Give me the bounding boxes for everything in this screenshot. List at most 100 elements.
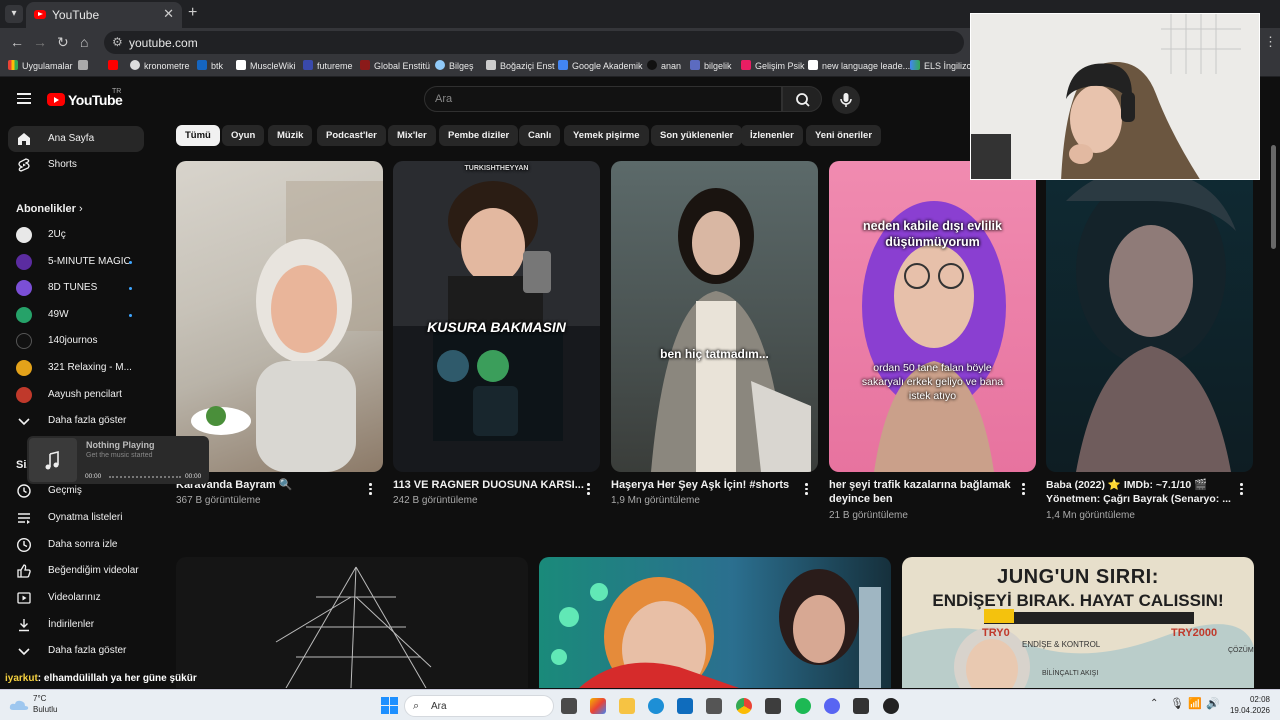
- obs-icon[interactable]: [883, 698, 899, 714]
- sidebar-item-downloads[interactable]: İndirilenler: [8, 612, 144, 638]
- short-title[interactable]: Haşerya Her Şey Aşk İçin! #shorts: [611, 478, 789, 492]
- search-button[interactable]: [782, 86, 822, 112]
- sidebar-item-shorts[interactable]: Shorts: [8, 152, 144, 178]
- clock[interactable]: 02:08 19.04.2026: [1226, 694, 1270, 716]
- subscription-item[interactable]: 49W: [8, 302, 144, 328]
- short-thumbnail[interactable]: TURKISHTHEYYAN KUSURA BAKMASIN: [393, 161, 600, 472]
- chip[interactable]: Yemek pişirme: [564, 125, 649, 146]
- chip[interactable]: Mix'ler: [388, 125, 436, 146]
- bookmark-item[interactable]: new language leade...: [808, 60, 910, 74]
- short-title[interactable]: 113 VE RAGNER DUOSUNA KARSI...: [393, 478, 584, 492]
- short-title-line2[interactable]: deyince ben: [829, 492, 893, 506]
- short-title[interactable]: Baba (2022) ⭐ IMDb: ~7.1/10 🎬: [1046, 478, 1207, 492]
- bookmark-item[interactable]: Google Akademik: [558, 60, 643, 74]
- bookmark-item[interactable]: btk: [197, 60, 223, 74]
- chrome-icon[interactable]: [736, 698, 752, 714]
- subscription-item[interactable]: Aayush pencilart: [8, 382, 144, 408]
- bookmark-item[interactable]: Bilgeş: [435, 60, 474, 74]
- grid-icon[interactable]: [78, 60, 92, 74]
- subscriptions-heading[interactable]: Abonelikler ›: [16, 203, 83, 215]
- tab-search-dropdown[interactable]: ▾: [5, 5, 23, 23]
- show-more-you[interactable]: Daha fazla göster: [8, 638, 144, 664]
- search-input[interactable]: Ara: [424, 86, 782, 112]
- chip[interactable]: Canlı: [519, 125, 561, 146]
- taskbar-search[interactable]: ⌕ Ara: [404, 695, 554, 717]
- bookmark-item[interactable]: anan: [647, 60, 681, 74]
- short-thumbnail[interactable]: [1046, 161, 1253, 472]
- new-tab-button[interactable]: +: [188, 4, 197, 22]
- app-icon[interactable]: [853, 698, 869, 714]
- chip[interactable]: Yeni öneriler: [806, 125, 882, 146]
- address-bar[interactable]: ⚙ youtube.com: [104, 31, 964, 54]
- subscription-item[interactable]: 5-MINUTE MAGIC: [8, 249, 144, 275]
- tab-youtube[interactable]: YouTube ✕: [26, 2, 182, 28]
- chip[interactable]: Podcast'ler: [317, 125, 386, 146]
- chip[interactable]: İzlenenler: [741, 125, 803, 146]
- spotify-icon[interactable]: [795, 698, 811, 714]
- more-options-icon[interactable]: [586, 483, 590, 495]
- more-options-icon[interactable]: [804, 483, 808, 495]
- bookmark-item[interactable]: Global Enstitü: [360, 60, 430, 74]
- more-options-icon[interactable]: [1021, 483, 1025, 495]
- task-view-icon[interactable]: [561, 698, 577, 714]
- show-more-subscriptions[interactable]: Daha fazla göster: [8, 408, 144, 434]
- wifi-icon[interactable]: 📶: [1188, 697, 1202, 710]
- discord-icon[interactable]: [824, 698, 840, 714]
- bookmark-item[interactable]: [108, 60, 122, 74]
- chevron-up-icon[interactable]: ⌃: [1150, 698, 1158, 709]
- more-options-icon[interactable]: [368, 483, 372, 495]
- subscription-item[interactable]: 321 Relaxing - M...: [8, 355, 144, 381]
- sidebar-item-liked[interactable]: Beğendiğim videolar: [8, 558, 144, 584]
- menu-icon[interactable]: [17, 93, 31, 104]
- bookmark-item[interactable]: bilgelik: [690, 60, 732, 74]
- music-progress-bar[interactable]: [109, 476, 181, 478]
- more-options-icon[interactable]: [1239, 483, 1243, 495]
- video-thumbnail[interactable]: [176, 557, 528, 688]
- site-info-icon[interactable]: ⚙: [112, 35, 123, 49]
- outlook-icon[interactable]: [677, 698, 693, 714]
- bookmark-item[interactable]: ELS İngilizce: [910, 60, 976, 74]
- page-scrollbar[interactable]: [1271, 145, 1276, 249]
- bookmark-item[interactable]: futureme: [303, 60, 353, 74]
- close-tab-icon[interactable]: ✕: [163, 6, 174, 22]
- volume-icon[interactable]: 🔊: [1206, 697, 1220, 710]
- music-player-widget[interactable]: Nothing Playing Get the music started 00…: [27, 436, 209, 484]
- chip[interactable]: Pembe diziler: [439, 125, 519, 146]
- app-icon[interactable]: [765, 698, 781, 714]
- subscription-item[interactable]: 2Uç: [8, 222, 144, 248]
- sidebar-item-playlists[interactable]: Oynatma listeleri: [8, 505, 144, 531]
- short-title-line2[interactable]: Yönetmen: Çağrı Bayrak (Senaryo: ...: [1046, 492, 1231, 506]
- bookmark-item[interactable]: Uygulamalar: [8, 60, 73, 74]
- video-thumbnail[interactable]: [539, 557, 891, 688]
- forward-arrow-icon[interactable]: →: [33, 34, 47, 50]
- short-thumbnail[interactable]: [176, 161, 383, 472]
- back-arrow-icon[interactable]: ←: [10, 34, 24, 50]
- short-title[interactable]: her şeyi trafik kazalarına bağlamak: [829, 478, 1011, 492]
- microphone-icon[interactable]: 🎙: [1170, 697, 1184, 710]
- chip[interactable]: Oyun: [222, 125, 265, 146]
- file-explorer-icon[interactable]: [619, 698, 635, 714]
- copilot-icon[interactable]: [590, 698, 606, 714]
- sidebar-item-your-videos[interactable]: Videolarınız: [8, 585, 144, 611]
- short-thumbnail[interactable]: ben hiç tatmadım...: [611, 161, 818, 472]
- subscription-item[interactable]: 140journos: [8, 328, 144, 354]
- bookmark-item[interactable]: MuscleWiki: [236, 60, 296, 74]
- short-thumbnail[interactable]: neden kabile dışı evlilik düşünmüyorum o…: [829, 161, 1036, 472]
- voice-search-button[interactable]: [832, 86, 860, 114]
- sidebar-item-home[interactable]: Ana Sayfa: [8, 126, 144, 152]
- edge-icon[interactable]: [648, 698, 664, 714]
- bookmark-item[interactable]: Gelişim Psik: [741, 60, 805, 74]
- sidebar-item-watch-later[interactable]: Daha sonra izle: [8, 532, 144, 558]
- chip[interactable]: Son yüklenenler: [651, 125, 743, 146]
- subscription-item[interactable]: 8D TUNES: [8, 275, 144, 301]
- windows-start-icon[interactable]: [381, 697, 398, 714]
- home-icon[interactable]: ⌂: [80, 34, 88, 50]
- bookmark-item[interactable]: Boğaziçi Enst: [486, 60, 555, 74]
- reload-icon[interactable]: ↻: [57, 34, 69, 51]
- video-thumbnail[interactable]: JUNG'UN SIRRI: ENDİŞEYİ BIRAK. HAYAT CAL…: [902, 557, 1254, 688]
- bookmark-item[interactable]: kronometre: [130, 60, 190, 74]
- browser-menu-icon[interactable]: ⋮: [1264, 34, 1277, 50]
- chip[interactable]: Müzik: [268, 125, 313, 146]
- chip-all[interactable]: Tümü: [176, 125, 220, 146]
- store-icon[interactable]: [706, 698, 722, 714]
